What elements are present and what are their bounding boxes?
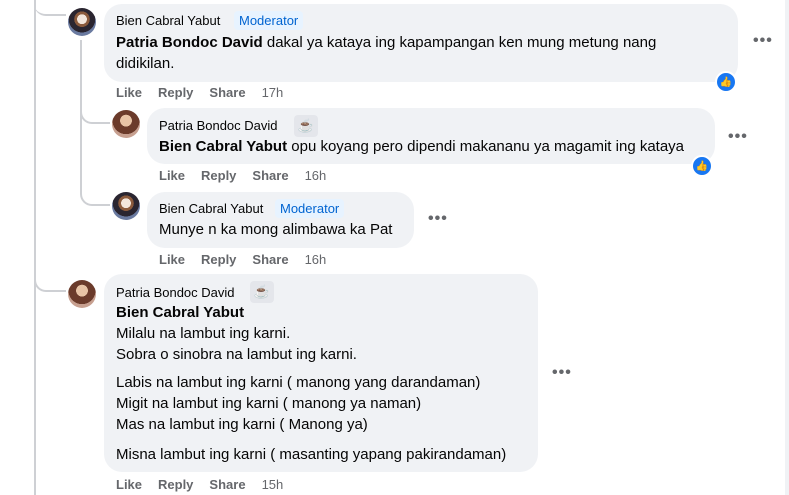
- moderator-badge: Moderator: [234, 11, 304, 30]
- share-button[interactable]: Share: [252, 168, 288, 183]
- coffee-icon: ☕: [294, 115, 318, 137]
- comment-timestamp[interactable]: 17h: [262, 85, 284, 100]
- comment-text: Bien Cabral Yabut opu koyang pero dipend…: [159, 138, 685, 155]
- more-options-icon[interactable]: •••: [753, 32, 773, 50]
- avatar[interactable]: [112, 110, 140, 138]
- thread-connector: [34, 0, 66, 16]
- share-button[interactable]: Share: [252, 252, 288, 267]
- comment-text: Sobra o sinobra na lambut ing karni.: [116, 346, 357, 363]
- scrollbar[interactable]: [785, 0, 789, 495]
- comment-actions: Like Reply Share 15h: [116, 477, 299, 492]
- moderator-badge: Moderator: [275, 199, 345, 218]
- like-button[interactable]: Like: [159, 252, 185, 267]
- reply-button[interactable]: Reply: [201, 252, 236, 267]
- comment-text: Misna lambut ing karni ( masanting yapan…: [116, 446, 507, 463]
- avatar[interactable]: [68, 280, 96, 308]
- comment-author[interactable]: Bien Cabral Yabut: [116, 13, 220, 28]
- comment-timestamp[interactable]: 16h: [305, 252, 327, 267]
- share-button[interactable]: Share: [209, 85, 245, 100]
- comment-text: didikilan.: [116, 55, 175, 72]
- comment-text: Labis na lambut ing karni ( manong yang …: [116, 374, 481, 391]
- comment-actions: Like Reply Share 16h: [159, 252, 342, 267]
- comment-text: Patria Bondoc David dakal ya kataya ing …: [116, 34, 657, 51]
- avatar[interactable]: [112, 192, 140, 220]
- like-button[interactable]: Like: [116, 85, 142, 100]
- reply-connector: [80, 180, 110, 206]
- thread-connector: [34, 270, 66, 292]
- comment-author[interactable]: Bien Cabral Yabut: [159, 201, 263, 216]
- more-options-icon[interactable]: •••: [428, 210, 448, 228]
- reply-connector: [80, 100, 110, 124]
- like-button[interactable]: Like: [159, 168, 185, 183]
- mention-link[interactable]: Bien Cabral Yabut: [159, 138, 287, 155]
- comment-timestamp[interactable]: 15h: [262, 477, 284, 492]
- comment-timestamp[interactable]: 16h: [305, 168, 327, 183]
- reply-button[interactable]: Reply: [158, 85, 193, 100]
- share-button[interactable]: Share: [209, 477, 245, 492]
- reply-button[interactable]: Reply: [158, 477, 193, 492]
- mention-link[interactable]: Patria Bondoc David: [116, 34, 263, 51]
- like-button[interactable]: Like: [116, 477, 142, 492]
- mention-link[interactable]: Bien Cabral Yabut: [116, 303, 244, 323]
- comment-actions: Like Reply Share 16h: [159, 168, 342, 183]
- like-reaction-icon[interactable]: 👍: [715, 71, 737, 93]
- comment-actions: Like Reply Share 17h: [116, 85, 299, 100]
- more-options-icon[interactable]: •••: [552, 364, 572, 382]
- comment-text: Munye n ka mong alimbawa ka Pat: [159, 221, 393, 238]
- comment-text: Mas na lambut ing karni ( Manong ya): [116, 416, 368, 433]
- comment-author[interactable]: Patria Bondoc David: [116, 285, 235, 300]
- like-reaction-icon[interactable]: 👍: [691, 155, 713, 177]
- reply-button[interactable]: Reply: [201, 168, 236, 183]
- more-options-icon[interactable]: •••: [728, 128, 748, 146]
- thread-line: [34, 0, 36, 495]
- avatar[interactable]: [68, 8, 96, 36]
- comment-text: Migit na lambut ing karni ( manong ya na…: [116, 395, 422, 412]
- coffee-icon: ☕: [250, 281, 274, 303]
- comment-author[interactable]: Patria Bondoc David: [159, 118, 278, 133]
- comment-text: Milalu na lambut ing karni.: [116, 325, 291, 342]
